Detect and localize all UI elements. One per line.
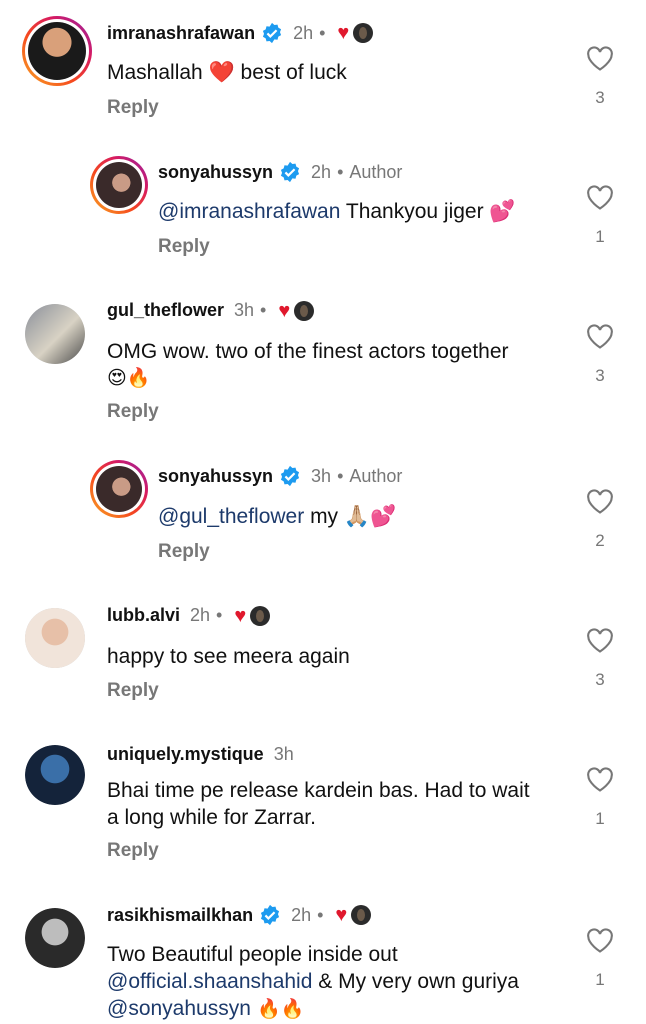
- mention-link[interactable]: @imranashrafawan: [158, 200, 340, 223]
- like-count: 1: [595, 809, 605, 828]
- reply-button[interactable]: Reply: [107, 680, 159, 702]
- like-count: 1: [595, 227, 605, 246]
- verified-badge-icon: [261, 904, 280, 926]
- comment-text: OMG wow. two of the finest actors togeth…: [107, 340, 509, 363]
- comment-emoji: 🔥🔥: [250, 998, 305, 1020]
- like-count: 3: [595, 366, 605, 385]
- heart-outline-icon: [587, 489, 613, 514]
- verified-badge-icon: [280, 161, 300, 183]
- like-button[interactable]: 3: [582, 324, 618, 386]
- comment-text-line-2: & My very own guriya: [312, 970, 519, 993]
- author-liked-avatar: [353, 23, 374, 43]
- reply-button[interactable]: Reply: [107, 840, 159, 862]
- verified-badge-icon: [280, 465, 300, 487]
- like-count: 1: [595, 970, 605, 989]
- avatar[interactable]: [90, 156, 148, 214]
- heart-outline-icon: [587, 324, 613, 349]
- timestamp: 3h: [311, 465, 332, 486]
- like-button[interactable]: 3: [582, 46, 618, 108]
- like-button[interactable]: 1: [582, 767, 618, 829]
- reply-button[interactable]: Reply: [107, 401, 159, 423]
- mention-link[interactable]: @sonyahussyn: [107, 997, 251, 1020]
- username[interactable]: sonyahussyn: [158, 162, 273, 183]
- username[interactable]: lubb.alvi: [107, 605, 180, 626]
- heart-outline-icon: [587, 46, 613, 71]
- like-count: 3: [595, 88, 605, 107]
- like-button[interactable]: 2: [582, 489, 618, 551]
- separator: •: [260, 300, 267, 320]
- author-liked-avatar: [351, 905, 372, 925]
- reply-button[interactable]: Reply: [107, 97, 159, 119]
- avatar[interactable]: [25, 908, 85, 968]
- avatar[interactable]: [22, 16, 92, 86]
- username[interactable]: uniquely.mystique: [107, 744, 264, 765]
- comment-text: happy to see meera again: [107, 645, 350, 668]
- comment-text: my 🙏🏼💕: [304, 505, 397, 528]
- timestamp: 3h: [273, 744, 294, 764]
- verified-badge-icon: [262, 22, 282, 44]
- reply-button[interactable]: Reply: [158, 541, 210, 563]
- separator: •: [317, 904, 324, 925]
- reply-button[interactable]: Reply: [158, 236, 210, 258]
- author-liked-avatar: [294, 300, 315, 321]
- heart-outline-icon: [587, 928, 613, 953]
- mention-link[interactable]: @gul_theflower: [158, 505, 304, 528]
- username[interactable]: rasikhismailkhan: [107, 905, 253, 926]
- author-label: Author: [349, 465, 403, 486]
- like-count: 3: [595, 670, 605, 689]
- like-button[interactable]: 1: [582, 928, 618, 990]
- avatar[interactable]: [25, 608, 85, 668]
- heart-icon: ♥: [337, 22, 350, 44]
- comment-text: Thankyou jiger 💕: [340, 200, 516, 223]
- separator: •: [337, 161, 344, 182]
- avatar[interactable]: [25, 745, 85, 805]
- heart-outline-icon: [587, 185, 613, 210]
- comment-text: Two Beautiful people inside out: [107, 943, 398, 966]
- comment-emoji: 😍🔥: [107, 367, 151, 389]
- timestamp: 2h: [190, 605, 211, 625]
- comment-text-line-2: a long while for Zarrar.: [107, 806, 316, 829]
- timestamp: 3h: [234, 300, 255, 320]
- timestamp: 2h: [293, 22, 314, 43]
- author-liked-avatar: [250, 605, 271, 626]
- like-button[interactable]: 3: [582, 628, 618, 690]
- timestamp: 2h: [311, 161, 332, 182]
- comment-text: Bhai time pe release kardein bas. Had to…: [107, 779, 530, 802]
- separator: •: [337, 465, 344, 486]
- username[interactable]: gul_theflower: [107, 300, 224, 321]
- avatar[interactable]: [90, 460, 148, 518]
- separator: •: [319, 22, 326, 43]
- avatar[interactable]: [25, 304, 85, 364]
- comment-text: Mashallah ❤️ best of luck: [107, 61, 347, 84]
- heart-icon: ♥: [278, 299, 291, 322]
- separator: •: [216, 605, 223, 625]
- username[interactable]: imranashrafawan: [107, 23, 255, 44]
- heart-icon: ♥: [234, 604, 247, 627]
- heart-icon: ♥: [335, 904, 348, 926]
- mention-link[interactable]: @official.shaanshahid: [107, 970, 312, 993]
- username[interactable]: sonyahussyn: [158, 466, 273, 487]
- heart-outline-icon: [587, 767, 613, 792]
- heart-outline-icon: [587, 628, 613, 653]
- author-label: Author: [349, 161, 403, 182]
- like-button[interactable]: 1: [582, 185, 618, 247]
- timestamp: 2h: [291, 904, 312, 925]
- like-count: 2: [595, 531, 605, 550]
